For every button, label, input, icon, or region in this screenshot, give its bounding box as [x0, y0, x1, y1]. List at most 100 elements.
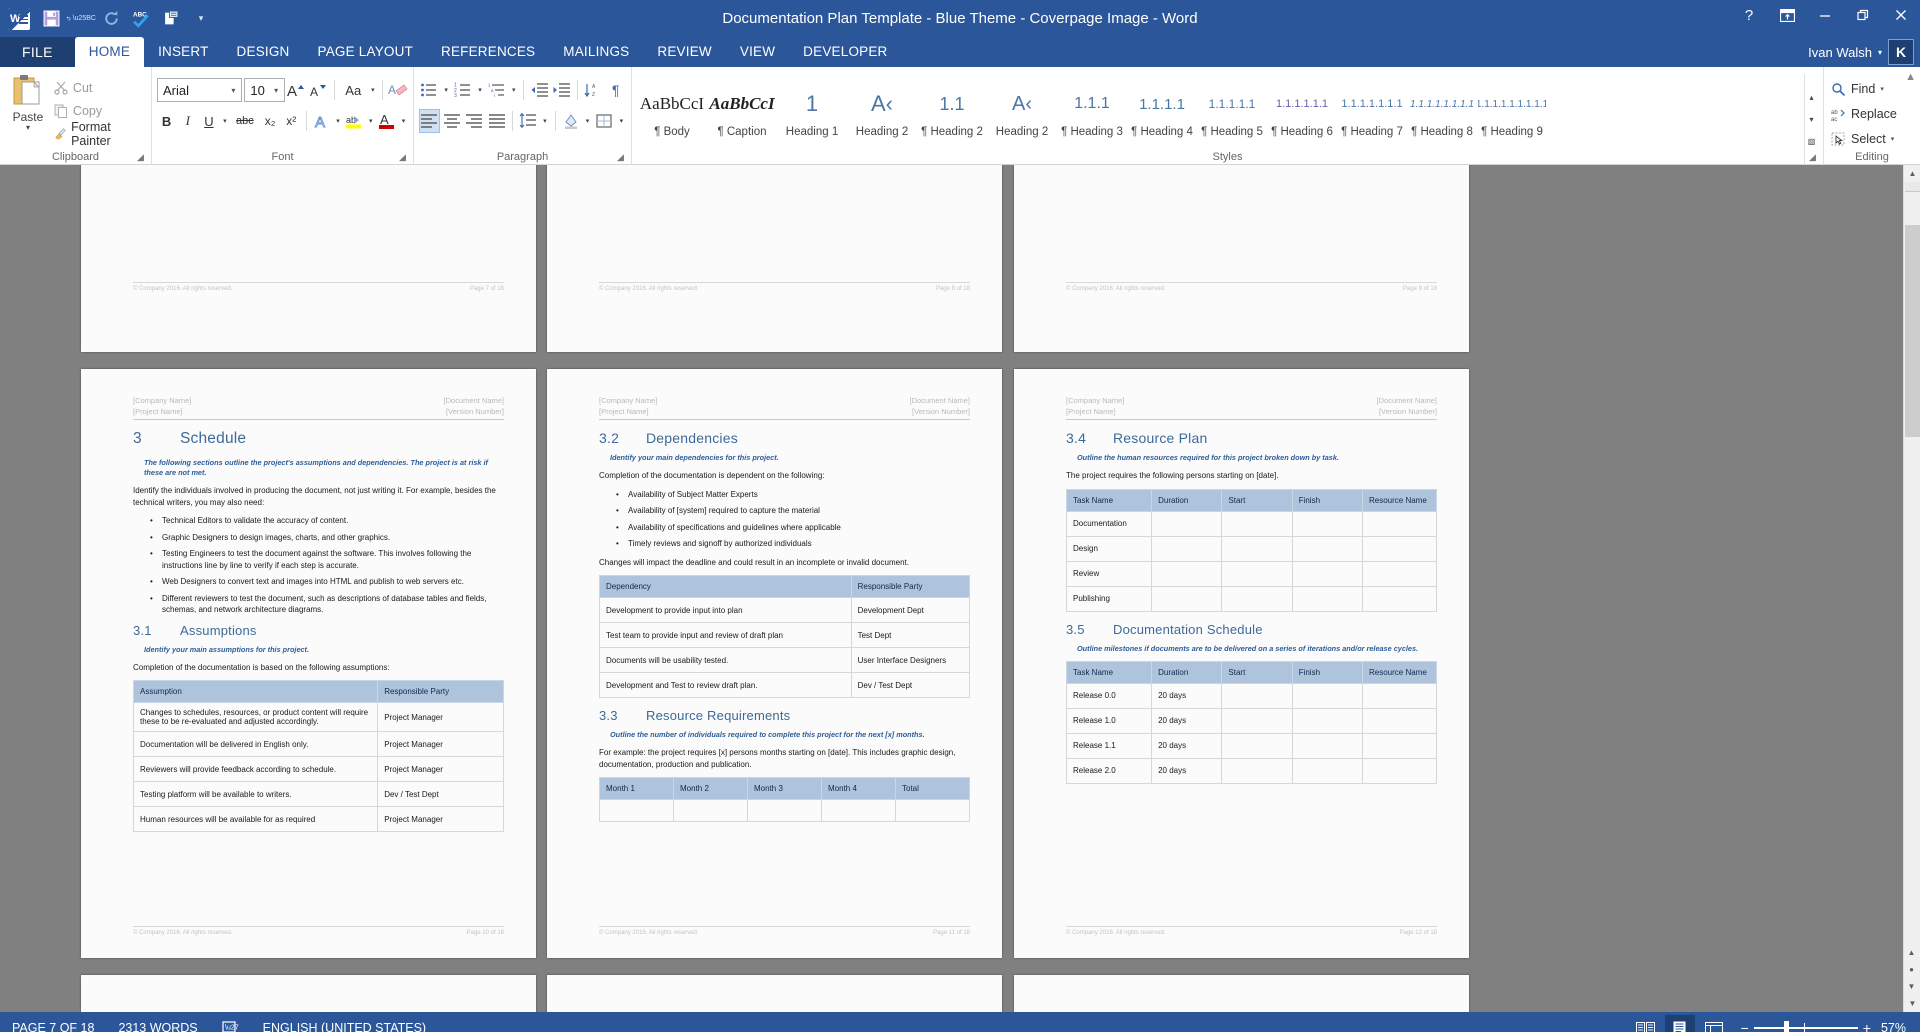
line-spacing-dropdown-arrow[interactable]: ▾ [540, 117, 549, 125]
table-row[interactable]: Documentation [1065, 510, 1438, 537]
format-painter-button[interactable]: Format Painter [51, 120, 146, 148]
tab-developer[interactable]: DEVELOPER [789, 37, 901, 67]
cell[interactable]: Project Manager [377, 731, 504, 757]
proofing-errors-icon[interactable]: \u2713 [222, 1020, 239, 1032]
cell[interactable]: Documentation will be delivered in Engli… [132, 731, 379, 757]
zoom-track[interactable] [1753, 1021, 1858, 1032]
page-thumbnail-8[interactable]: © Company 2016. All rights reserved. Pag… [547, 165, 1002, 352]
text-effects-icon[interactable]: A [312, 109, 332, 133]
change-case-button[interactable]: Aa [340, 78, 367, 102]
cell[interactable] [1291, 585, 1363, 612]
print-preview-icon[interactable] [156, 4, 186, 34]
cell[interactable] [1291, 535, 1363, 562]
italic-button[interactable]: I [178, 109, 197, 133]
tab-references[interactable]: REFERENCES [427, 37, 549, 67]
align-center-button[interactable] [442, 109, 462, 133]
cell[interactable]: 20 days [1151, 682, 1223, 709]
style-item-heading-7[interactable]: 1.1.1.1.1.1.1 ¶ Heading 7 [1337, 74, 1407, 146]
page-content[interactable]: [Company Name] [Project Name] [Document … [599, 395, 971, 832]
zoom-thumb[interactable] [1783, 1021, 1789, 1032]
zoom-out-button[interactable]: − [1741, 1020, 1749, 1032]
scrollbar-thumb[interactable] [1905, 225, 1920, 437]
clear-formatting-icon[interactable]: A [388, 78, 408, 102]
styles-scroll-down-icon[interactable]: ▾ [1805, 109, 1818, 131]
tab-page-layout[interactable]: PAGE LAYOUT [304, 37, 427, 67]
bullets-dropdown-arrow[interactable]: ▾ [441, 86, 450, 94]
cell[interactable]: Release 0.0 [1065, 682, 1153, 709]
word-logo-icon[interactable]: W [6, 4, 36, 34]
cell[interactable] [1221, 757, 1293, 784]
style-item-heading-3[interactable]: 1.1.1 ¶ Heading 3 [1057, 74, 1127, 146]
cell[interactable]: Project Manager [377, 806, 504, 832]
grow-font-icon[interactable]: A [287, 78, 307, 102]
cell[interactable]: Release 1.0 [1065, 707, 1153, 734]
paste-dropdown-arrow[interactable]: ▾ [26, 124, 30, 132]
style-item-heading-9[interactable]: 1.1.1.1.1.1.1.1.1 ¶ Heading 9 [1477, 74, 1547, 146]
resource-plan-table[interactable]: Task Name Duration Start Finish Resource… [1065, 488, 1438, 612]
chevron-down-icon[interactable]: ▾ [268, 86, 284, 95]
justify-button[interactable] [487, 109, 507, 133]
underline-button[interactable]: U [199, 109, 218, 133]
customize-qat-icon[interactable]: ▾ [186, 4, 216, 34]
cell[interactable]: Test team to provide input and review of… [599, 622, 852, 648]
print-layout-button[interactable] [1664, 1015, 1695, 1032]
subscript-button[interactable]: x₂ [260, 109, 279, 133]
window-controls[interactable]: ? [1730, 0, 1920, 30]
cell[interactable] [1291, 682, 1363, 709]
style-item-heading-1[interactable]: 1 Heading 1 [777, 74, 847, 146]
cell[interactable]: Changes to schedules, resources, or prod… [132, 702, 379, 732]
cell[interactable] [1361, 510, 1438, 537]
table-row[interactable]: Release 1.0 20 days [1065, 707, 1438, 734]
style-item-heading-2a[interactable]: A‹ Heading 2 [847, 74, 917, 146]
cell[interactable] [747, 799, 822, 822]
table-row[interactable]: Review [1065, 560, 1438, 587]
table-row[interactable]: Human resources will be available for as… [132, 806, 504, 832]
paragraph-dialog-launcher[interactable]: ◢ [617, 152, 627, 162]
cell[interactable] [895, 799, 970, 822]
language-indicator[interactable]: ENGLISH (UNITED STATES) [251, 1012, 438, 1032]
cell[interactable] [1361, 707, 1438, 734]
shading-icon[interactable] [560, 109, 580, 133]
table-row[interactable]: Reviewers will provide feedback accordin… [132, 756, 504, 782]
cell[interactable]: Release 2.0 [1065, 757, 1153, 784]
cell[interactable] [1291, 757, 1363, 784]
page-thumbnail-9[interactable]: © Company 2016. All rights reserved. Pag… [1014, 165, 1469, 352]
page-content[interactable]: [Company Name] [Project Name] [Document … [1065, 395, 1438, 794]
cell[interactable]: Project Manager [377, 702, 504, 732]
style-item-heading-4[interactable]: 1.1.1.1 ¶ Heading 4 [1127, 74, 1197, 146]
tab-mailings[interactable]: MAILINGS [549, 37, 643, 67]
cell[interactable]: Reviewers will provide feedback accordin… [132, 756, 379, 782]
select-browse-object-icon[interactable]: ● [1903, 961, 1920, 978]
borders-dropdown-arrow[interactable]: ▾ [617, 117, 626, 125]
zoom-in-button[interactable]: + [1863, 1020, 1871, 1032]
save-icon[interactable] [36, 4, 66, 34]
table-row[interactable]: Documentation will be delivered in Engli… [132, 731, 504, 757]
shading-dropdown-arrow[interactable]: ▾ [583, 117, 592, 125]
cell[interactable]: Design [1065, 535, 1153, 562]
show-formatting-marks-icon[interactable]: ¶ [606, 78, 626, 102]
previous-page-icon[interactable]: ▲ [1903, 944, 1920, 961]
cell[interactable]: Documentation [1065, 510, 1153, 537]
read-mode-button[interactable] [1631, 1015, 1661, 1032]
cell[interactable]: Review [1065, 560, 1153, 587]
line-spacing-icon[interactable] [518, 109, 538, 133]
numbering-dropdown-arrow[interactable]: ▾ [475, 86, 484, 94]
table-row[interactable]: Release 1.1 20 days [1065, 732, 1438, 759]
cell[interactable]: 20 days [1151, 707, 1223, 734]
clipboard-dialog-launcher[interactable]: ◢ [137, 152, 147, 162]
proofing-status[interactable]: \u2713 [210, 1012, 251, 1032]
increase-indent-icon[interactable] [552, 78, 572, 102]
style-item-heading-2c[interactable]: A‹ Heading 2 [987, 74, 1057, 146]
cell[interactable] [1221, 707, 1293, 734]
style-item-caption[interactable]: AaBbCcI ¶ Caption [707, 74, 777, 146]
find-button[interactable]: Find ▾ [1829, 77, 1915, 101]
cell[interactable] [1151, 535, 1223, 562]
redo-icon[interactable] [96, 4, 126, 34]
underline-dropdown-arrow[interactable]: ▾ [221, 117, 230, 125]
cell[interactable]: Development Dept [850, 597, 971, 623]
restore-button[interactable] [1844, 0, 1882, 30]
web-layout-button[interactable] [1699, 1015, 1729, 1032]
cell[interactable]: Publishing [1065, 585, 1153, 612]
page-thumbnail-13[interactable] [81, 975, 536, 1012]
cell[interactable] [1221, 682, 1293, 709]
